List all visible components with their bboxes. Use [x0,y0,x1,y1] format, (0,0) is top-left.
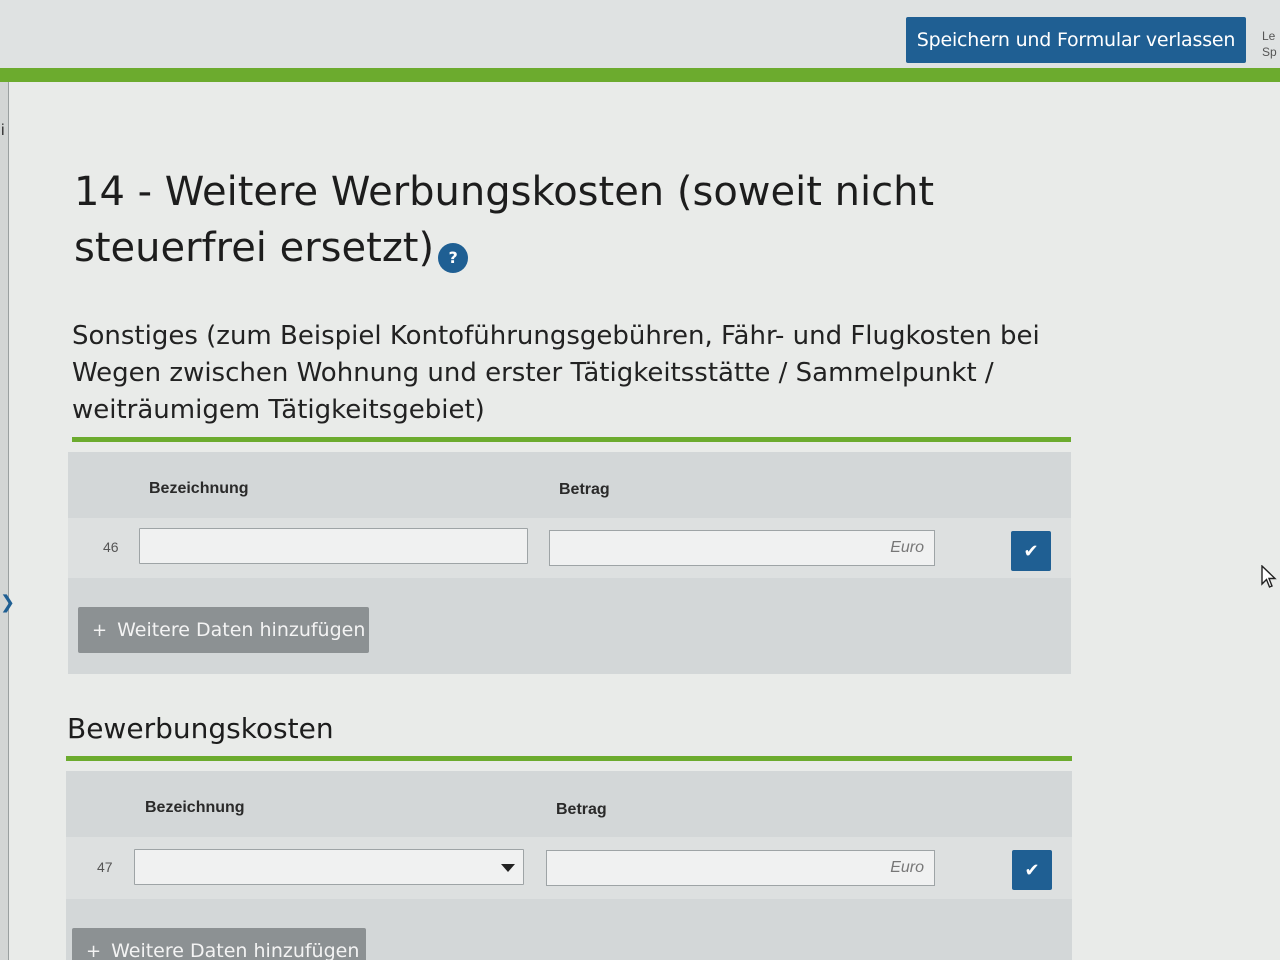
amount-column-header: Betrag [556,801,607,818]
check-icon: ✔ [1023,540,1039,561]
header-divider [0,68,1280,82]
confirm-row-button[interactable]: ✔ [1012,850,1052,890]
euro-unit-label: Euro [890,859,924,876]
row-number: 47 [97,859,113,875]
sonstiges-heading: Sonstiges (zum Beispiel Kontoführungsgeb… [72,321,1040,425]
confirm-row-button[interactable]: ✔ [1011,531,1051,571]
bewerbungskosten-panel: Bezeichnung Betrag 47 Euro ✔ + Weitere D… [66,771,1072,960]
sonstiges-divider [72,437,1071,442]
amount-input[interactable]: Euro [549,530,935,566]
page-title-text: 14 - Weitere Werbungskosten (soweit nich… [74,169,935,271]
designation-column-header: Bezeichnung [145,799,245,816]
side-menu-text[interactable]: Le Sp [1262,28,1280,60]
table-row: 46 Euro ✔ [68,518,1071,578]
bewerbungskosten-heading: Bewerbungskosten [67,712,334,745]
euro-unit-label: Euro [890,539,924,556]
amount-column-header: Betrag [559,481,610,498]
amount-input[interactable]: Euro [546,850,935,886]
page-title: 14 - Weitere Werbungskosten (soweit nich… [74,164,994,276]
rail-marker: i [1,122,5,139]
plus-icon: + [86,940,102,960]
designation-column-header: Bezeichnung [149,480,249,497]
table-row: 47 Euro ✔ [66,837,1072,899]
expand-nav-icon[interactable]: ❯ [0,593,15,611]
top-toolbar: Speichern und Formular verlassen Le Sp [0,0,1280,68]
designation-input[interactable] [139,528,528,564]
save-and-exit-button[interactable]: Speichern und Formular verlassen [906,17,1246,63]
form-page: Speichern und Formular verlassen Le Sp i… [0,0,1280,960]
designation-select[interactable] [134,849,524,885]
add-more-data-button[interactable]: + Weitere Daten hinzufügen [72,928,366,960]
plus-icon: + [92,619,108,641]
left-navigation-rail [0,82,9,960]
check-icon: ✔ [1024,859,1040,880]
chevron-down-icon [501,864,515,872]
sonstiges-panel: Bezeichnung Betrag 46 Euro ✔ + Weitere D… [68,452,1071,674]
bewerbungskosten-divider [66,756,1072,761]
mouse-pointer-icon [1261,565,1277,588]
add-more-data-button[interactable]: + Weitere Daten hinzufügen [78,607,369,653]
row-number: 46 [103,539,119,555]
help-icon[interactable]: ? [438,243,469,273]
